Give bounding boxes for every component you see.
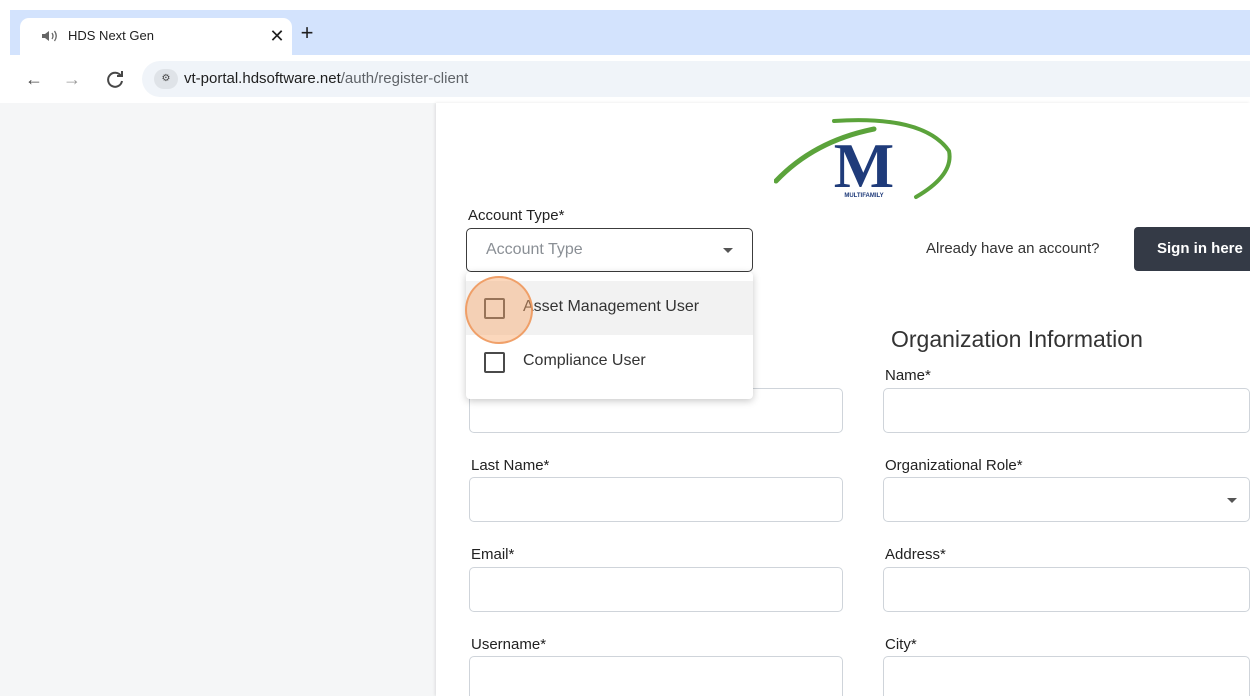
option-compliance-user[interactable]: Compliance User bbox=[466, 335, 753, 389]
already-have-account-text: Already have an account? bbox=[926, 240, 1100, 257]
option-label: Asset Management User bbox=[523, 298, 700, 315]
browser-tabstrip: HDS Next Gen ✕ + bbox=[10, 10, 1250, 55]
close-tab-icon[interactable]: ✕ bbox=[266, 25, 288, 47]
email-label: Email* bbox=[471, 546, 515, 563]
browser-tab[interactable]: HDS Next Gen ✕ bbox=[20, 18, 292, 55]
chevron-down-icon bbox=[723, 248, 733, 253]
svg-text:MULTIFAMILY: MULTIFAMILY bbox=[844, 193, 883, 199]
checkbox[interactable] bbox=[484, 298, 505, 319]
city-input[interactable] bbox=[883, 656, 1250, 696]
account-type-dropdown: Asset Management User Compliance User bbox=[466, 272, 753, 399]
username-label: Username* bbox=[471, 636, 547, 653]
page-background: M MULTIFAMILY Account Type* Account Type… bbox=[0, 103, 1250, 696]
registration-card: M MULTIFAMILY Account Type* Account Type… bbox=[436, 103, 1250, 696]
address-label: Address* bbox=[885, 546, 946, 563]
svg-text:M: M bbox=[834, 130, 894, 201]
account-type-select[interactable]: Account Type bbox=[466, 228, 753, 272]
tab-title: HDS Next Gen bbox=[68, 28, 154, 43]
organizational-role-label: Organizational Role* bbox=[885, 457, 1023, 474]
account-type-placeholder: Account Type bbox=[486, 241, 583, 258]
site-settings-icon[interactable]: ⚙ bbox=[154, 69, 178, 89]
org-name-input[interactable] bbox=[883, 388, 1250, 433]
new-tab-button[interactable]: + bbox=[295, 22, 319, 46]
option-asset-management-user[interactable]: Asset Management User bbox=[466, 281, 753, 335]
organizational-role-select[interactable] bbox=[883, 477, 1250, 522]
multifamily-logo: M MULTIFAMILY bbox=[774, 118, 952, 201]
last-name-input[interactable] bbox=[469, 477, 843, 522]
email-input[interactable] bbox=[469, 567, 843, 612]
address-bar[interactable]: ⚙ vt-portal.hdsoftware.net/auth/register… bbox=[142, 61, 1250, 97]
last-name-label: Last Name* bbox=[471, 457, 550, 474]
option-label: Compliance User bbox=[523, 352, 646, 369]
org-name-label: Name* bbox=[885, 367, 931, 384]
chevron-down-icon bbox=[1227, 498, 1237, 503]
checkbox[interactable] bbox=[484, 352, 505, 373]
username-input[interactable] bbox=[469, 656, 843, 696]
forward-arrow-icon[interactable]: → bbox=[60, 67, 84, 91]
address-input[interactable] bbox=[883, 567, 1250, 612]
back-arrow-icon[interactable]: ← bbox=[22, 67, 46, 91]
reload-icon[interactable] bbox=[103, 67, 127, 91]
browser-toolbar: ← → ⚙ vt-portal.hdsoftware.net/auth/regi… bbox=[10, 55, 1250, 103]
city-label: City* bbox=[885, 636, 917, 653]
organization-section-title: Organization Information bbox=[891, 326, 1143, 352]
url-text: vt-portal.hdsoftware.net/auth/register-c… bbox=[184, 70, 469, 87]
sign-in-button[interactable]: Sign in here bbox=[1134, 227, 1250, 271]
account-type-label: Account Type* bbox=[468, 207, 565, 224]
speaker-icon bbox=[42, 30, 57, 42]
